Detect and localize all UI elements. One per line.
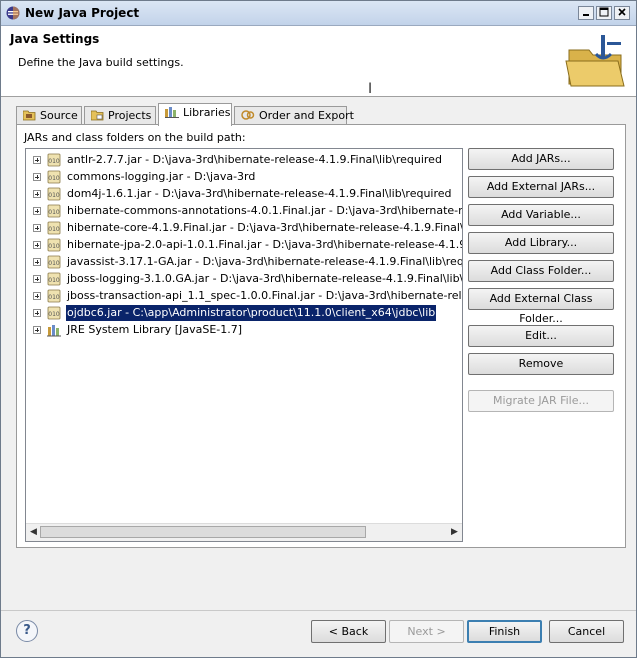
migrate-jar-button[interactable]: Migrate JAR File... — [468, 390, 614, 412]
tab-source[interactable]: Source — [16, 106, 82, 125]
add-variable-button[interactable]: Add Variable... — [468, 204, 614, 226]
tab-projects[interactable]: Projects — [84, 106, 156, 125]
tab-libraries-label: Libraries — [183, 106, 231, 119]
svg-text:010: 010 — [48, 294, 60, 301]
tab-projects-label: Projects — [108, 109, 152, 122]
jar-icon: 010 — [47, 255, 61, 269]
library-item-label: antlr-2.7.7.jar - D:\java-3rd\hibernate-… — [67, 153, 442, 166]
svg-text:010: 010 — [48, 158, 60, 165]
expand-icon[interactable] — [33, 241, 41, 249]
horizontal-scrollbar[interactable]: ◀ ▶ — [26, 523, 462, 541]
new-java-project-dialog: New Java Project Java Settings Define th… — [0, 0, 637, 658]
maximize-button[interactable] — [596, 6, 612, 20]
tab-libraries[interactable]: Libraries — [158, 103, 232, 126]
finish-button[interactable]: Finish — [467, 620, 542, 643]
jar-icon: 010 — [47, 306, 61, 320]
expand-icon[interactable] — [33, 190, 41, 198]
library-item-label: dom4j-1.6.1.jar - D:\java-3rd\hibernate-… — [67, 187, 452, 200]
expand-icon[interactable] — [33, 309, 41, 317]
footer-separator — [1, 610, 636, 611]
library-item-label: hibernate-commons-annotations-4.0.1.Fina… — [67, 204, 463, 217]
add-library-button[interactable]: Add Library... — [468, 232, 614, 254]
library-tree[interactable]: 010 antlr-2.7.7.jar - D:\java-3rd\hibern… — [25, 148, 463, 542]
java-project-banner-icon — [565, 35, 625, 87]
page-title: Java Settings — [10, 32, 100, 46]
libraries-icon — [165, 107, 179, 118]
window-title: New Java Project — [25, 6, 140, 20]
svg-text:010: 010 — [48, 243, 60, 250]
next-button[interactable]: Next > — [389, 620, 464, 643]
maximize-icon — [599, 7, 609, 17]
expand-icon[interactable] — [33, 224, 41, 232]
jar-icon: 010 — [47, 221, 61, 235]
library-item-label: ojdbc6.jar - C:\app\Administrator\produc… — [66, 305, 437, 321]
libraries-panel: JARs and class folders on the build path… — [16, 124, 626, 548]
tab-source-label: Source — [40, 109, 78, 122]
expand-icon[interactable] — [33, 326, 41, 334]
expand-icon[interactable] — [33, 207, 41, 215]
library-item-label: jboss-logging-3.1.0.GA.jar - D:\java-3rd… — [67, 272, 463, 285]
projects-icon — [91, 110, 104, 121]
expand-icon[interactable] — [33, 258, 41, 266]
expand-icon[interactable] — [33, 173, 41, 181]
help-icon[interactable]: ? — [16, 620, 38, 642]
library-item-label: hibernate-core-4.1.9.Final.jar - D:\java… — [67, 221, 463, 234]
jar-icon: 010 — [47, 187, 61, 201]
library-item-label: commons-logging.jar - D:\java-3rd — [67, 170, 256, 183]
library-item-label: jboss-transaction-api_1.1_spec-1.0.0.Fin… — [67, 289, 463, 302]
library-icon — [47, 325, 61, 337]
source-folder-icon — [23, 110, 36, 121]
library-item-label: JRE System Library [JavaSE-1.7] — [67, 323, 243, 336]
build-path-label: JARs and class folders on the build path… — [24, 131, 246, 144]
remove-button[interactable]: Remove — [468, 353, 614, 375]
add-class-folder-button[interactable]: Add Class Folder... — [468, 260, 614, 282]
jar-icon: 010 — [47, 289, 61, 303]
text-cursor-icon: I — [368, 81, 373, 97]
library-item-label: hibernate-jpa-2.0-api-1.0.1.Final.jar - … — [67, 238, 463, 251]
scroll-left-icon[interactable]: ◀ — [28, 526, 39, 538]
svg-text:010: 010 — [48, 209, 60, 216]
order-export-icon — [241, 110, 255, 120]
wizard-header: Java Settings Define the Java build sett… — [1, 26, 636, 97]
jar-icon: 010 — [47, 238, 61, 252]
expand-icon[interactable] — [33, 275, 41, 283]
back-button[interactable]: < Back — [311, 620, 386, 643]
expand-icon[interactable] — [33, 156, 41, 164]
svg-text:010: 010 — [48, 311, 60, 318]
scrollbar-thumb[interactable] — [40, 526, 366, 538]
minimize-icon — [583, 14, 589, 16]
svg-text:010: 010 — [48, 226, 60, 233]
tab-order-and-export-label: Order and Export — [259, 109, 354, 122]
expand-icon[interactable] — [33, 292, 41, 300]
jar-icon: 010 — [47, 170, 61, 184]
close-button[interactable] — [614, 6, 630, 20]
edit-button[interactable]: Edit... — [468, 325, 614, 347]
add-jars-button[interactable]: Add JARs... — [468, 148, 614, 170]
scroll-right-icon[interactable]: ▶ — [449, 526, 460, 538]
cancel-button[interactable]: Cancel — [549, 620, 624, 643]
add-external-class-folder-button[interactable]: Add External Class Folder... — [468, 288, 614, 325]
library-item-label: javassist-3.17.1-GA.jar - D:\java-3rd\hi… — [67, 255, 463, 268]
page-description: Define the Java build settings. — [18, 56, 184, 69]
add-external-jars-button[interactable]: Add External JARs... — [468, 176, 614, 198]
eclipse-icon — [6, 6, 20, 20]
svg-text:010: 010 — [48, 260, 60, 267]
close-icon — [618, 8, 626, 16]
svg-text:010: 010 — [48, 175, 60, 182]
title-bar[interactable]: New Java Project — [1, 1, 636, 26]
minimize-button[interactable] — [578, 6, 594, 20]
jar-icon: 010 — [47, 204, 61, 218]
svg-text:010: 010 — [48, 277, 60, 284]
jar-icon: 010 — [47, 153, 61, 167]
svg-text:010: 010 — [48, 192, 60, 199]
jar-icon: 010 — [47, 272, 61, 286]
tab-order-and-export[interactable]: Order and Export — [234, 106, 354, 125]
